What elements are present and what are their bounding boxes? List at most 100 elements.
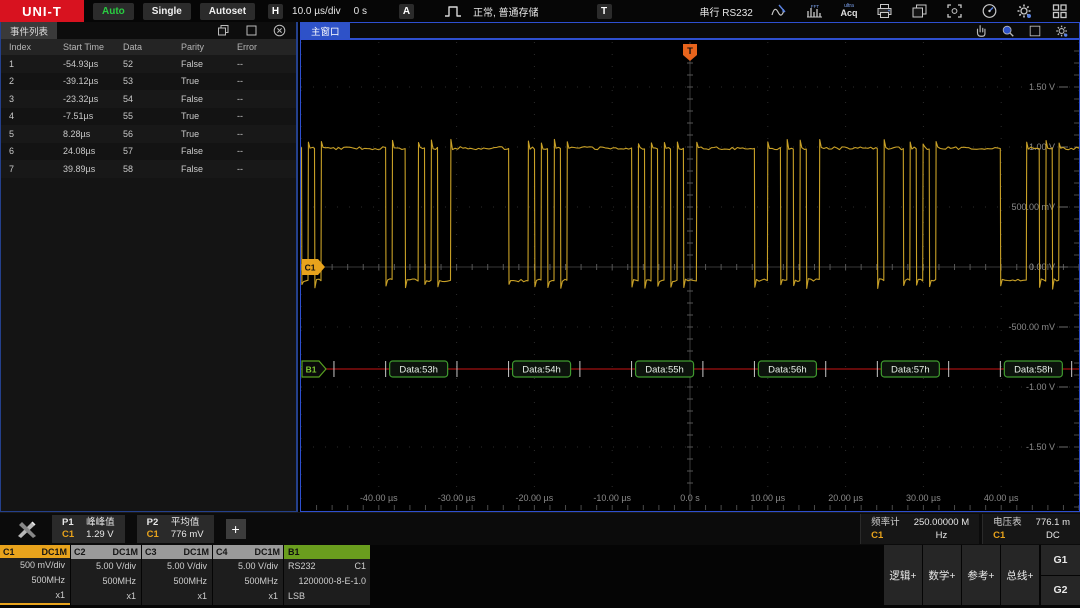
volt-axis-label: 0.00 V [1029,262,1055,272]
bus-trigger-key[interactable]: T [597,4,612,19]
dashboard-icon[interactable] [980,2,998,20]
voltmeter[interactable]: 电压表 776.1 m C1 DC [982,514,1080,544]
settings-gear-icon[interactable] [1015,2,1033,20]
event-table-body: 1-54.93µs52False--2-39.12µs53True--3-23.… [1,55,296,178]
math-add-button[interactable]: 数学+ [923,545,961,605]
horizontal-offset[interactable]: 0 s [354,6,367,17]
event-row-6[interactable]: 624.08µs57False-- [1,143,296,161]
waveform-titlebar: 主窗口 [301,23,1079,40]
event-cell: 55 [123,111,181,121]
zoom-icon[interactable] [1001,24,1015,38]
event-cell: 4 [9,111,63,121]
top-toolbar: UNI-T Auto Single Autoset H 10.0 µs/div … [0,0,1080,22]
fft-icon[interactable]: FFT [805,2,823,20]
decode-frame-box: Data:57h [881,361,939,377]
event-row-4[interactable]: 4-7.51µs55True-- [1,108,296,126]
file-manager-icon[interactable] [910,2,928,20]
svg-text:C1: C1 [305,263,316,273]
trigger-status[interactable]: 正常, 普通存储 [473,4,539,19]
decode-frame-box: Data:54h [513,361,571,377]
channel-scale: 500 mV/div [0,558,70,573]
decode-frame-box: Data:56h [758,361,816,377]
b1-bus-marker[interactable]: B1 [302,361,326,377]
window-layout-icon[interactable] [1028,24,1042,38]
cursor-waveform-icon[interactable] [770,2,788,20]
waveform-window-controls [974,24,1079,38]
time-axis-label: -40.00 µs [360,493,398,503]
time-axis-label: 20.00 µs [828,493,863,503]
channel-probe: x1 [0,588,70,603]
event-cell: -- [237,164,296,174]
channel-id: C4 [216,547,228,557]
waveform-plot[interactable]: 1.50 V1.00 V500.00 mV0.00 V-500.00 mV-1.… [301,42,1079,511]
event-row-3[interactable]: 3-23.32µs54False-- [1,90,296,108]
event-cell: 57 [123,146,181,156]
event-cell: True [181,129,237,139]
run-mode-button[interactable]: Auto [93,3,134,20]
main-window-tab[interactable]: 主窗口 [301,22,350,39]
channel-coupling: DC1M [183,547,209,557]
single-button[interactable]: Single [143,3,191,20]
volt-axis-label: -1.50 V [1026,442,1055,452]
channel-card-c1[interactable]: C1DC1M500 mV/div500MHzx1 [0,545,70,605]
autoset-button[interactable]: Autoset [200,3,255,20]
maximize-window-icon[interactable] [245,24,258,37]
event-column-header: Data [123,42,181,52]
event-row-7[interactable]: 739.89µs58False-- [1,160,296,178]
event-row-1[interactable]: 1-54.93µs52False-- [1,55,296,73]
volt-axis-label: -1.00 V [1026,382,1055,392]
acquire-icon[interactable]: ultra Acq [840,2,858,20]
horizontal-key[interactable]: H [268,4,283,19]
event-cell: 7 [9,164,63,174]
close-panel-icon[interactable] [273,24,286,37]
event-cell: -- [237,76,296,86]
event-list-titlebar: 事件列表 [1,22,296,39]
ref-add-button[interactable]: 参考+ [962,545,1000,605]
channel-id: C3 [145,547,157,557]
channel-id: C1 [3,547,15,557]
timebase-value[interactable]: 10.0 µs/div [292,6,341,17]
channel-card-c2[interactable]: C2DC1M5.00 V/div500MHzx1 [71,545,141,605]
g2-button[interactable]: G2 [1041,576,1080,606]
channel-card-c3[interactable]: C3DC1M5.00 V/div500MHzx1 [142,545,212,605]
restore-window-icon[interactable] [217,24,230,37]
measurement-bar: P1 峰峰值 C1 1.29 V P2 平均值 C1 776 mV + 频率计 … [0,512,1080,545]
svg-text:Data:58h: Data:58h [1014,365,1053,376]
screenshot-icon[interactable] [945,2,963,20]
frequency-counter[interactable]: 频率计 250.00000 M C1 Hz [860,514,979,544]
print-icon[interactable] [875,2,893,20]
channel-coupling: DC1M [112,547,138,557]
bus-card-b1[interactable]: B1RS232C11200000-8-E-1.0LSB [284,545,370,605]
hand-pan-icon[interactable] [974,24,988,38]
channel-scale: 5.00 V/div [213,559,283,574]
channel-probe: x1 [142,589,212,604]
event-row-2[interactable]: 2-39.12µs53True-- [1,73,296,91]
event-table-header: IndexStart TimeDataParityError [1,39,296,55]
bus-protocol-row: RS232C1 [284,559,370,574]
event-cell: -- [237,129,296,139]
event-list-tab[interactable]: 事件列表 [1,22,57,39]
event-cell: False [181,59,237,69]
event-cell: 5 [9,129,63,139]
measurement-p1[interactable]: P1 峰峰值 C1 1.29 V [52,515,125,543]
channel-probe: x1 [71,589,141,604]
bus-add-button[interactable]: 总线+ [1001,545,1039,605]
channel-header: C3 DC1M [142,545,212,559]
volt-axis-label: 1.50 V [1029,82,1055,92]
measurement-p2[interactable]: P2 平均值 C1 776 mV [137,515,214,543]
g1-button[interactable]: G1 [1041,545,1080,575]
add-measurement-button[interactable]: + [226,519,246,539]
trigger-position-marker[interactable]: T [683,44,697,61]
trigger-key[interactable]: A [399,4,414,19]
display-settings-icon[interactable] [1055,24,1069,38]
time-axis-label: 0.0 s [680,493,700,503]
bus-status[interactable]: 串行 RS232 [700,4,753,19]
channel-card-c4[interactable]: C4DC1M5.00 V/div500MHzx1 [213,545,283,605]
event-row-5[interactable]: 58.28µs56True-- [1,125,296,143]
measure-tools-icon[interactable] [14,519,40,539]
event-cell: True [181,76,237,86]
logic-add-button[interactable]: 逻辑+ [884,545,922,605]
channel-header: C2DC1M [71,545,141,559]
decode-frame-box: Data:58h [1004,361,1062,377]
apps-grid-icon[interactable] [1050,2,1068,20]
